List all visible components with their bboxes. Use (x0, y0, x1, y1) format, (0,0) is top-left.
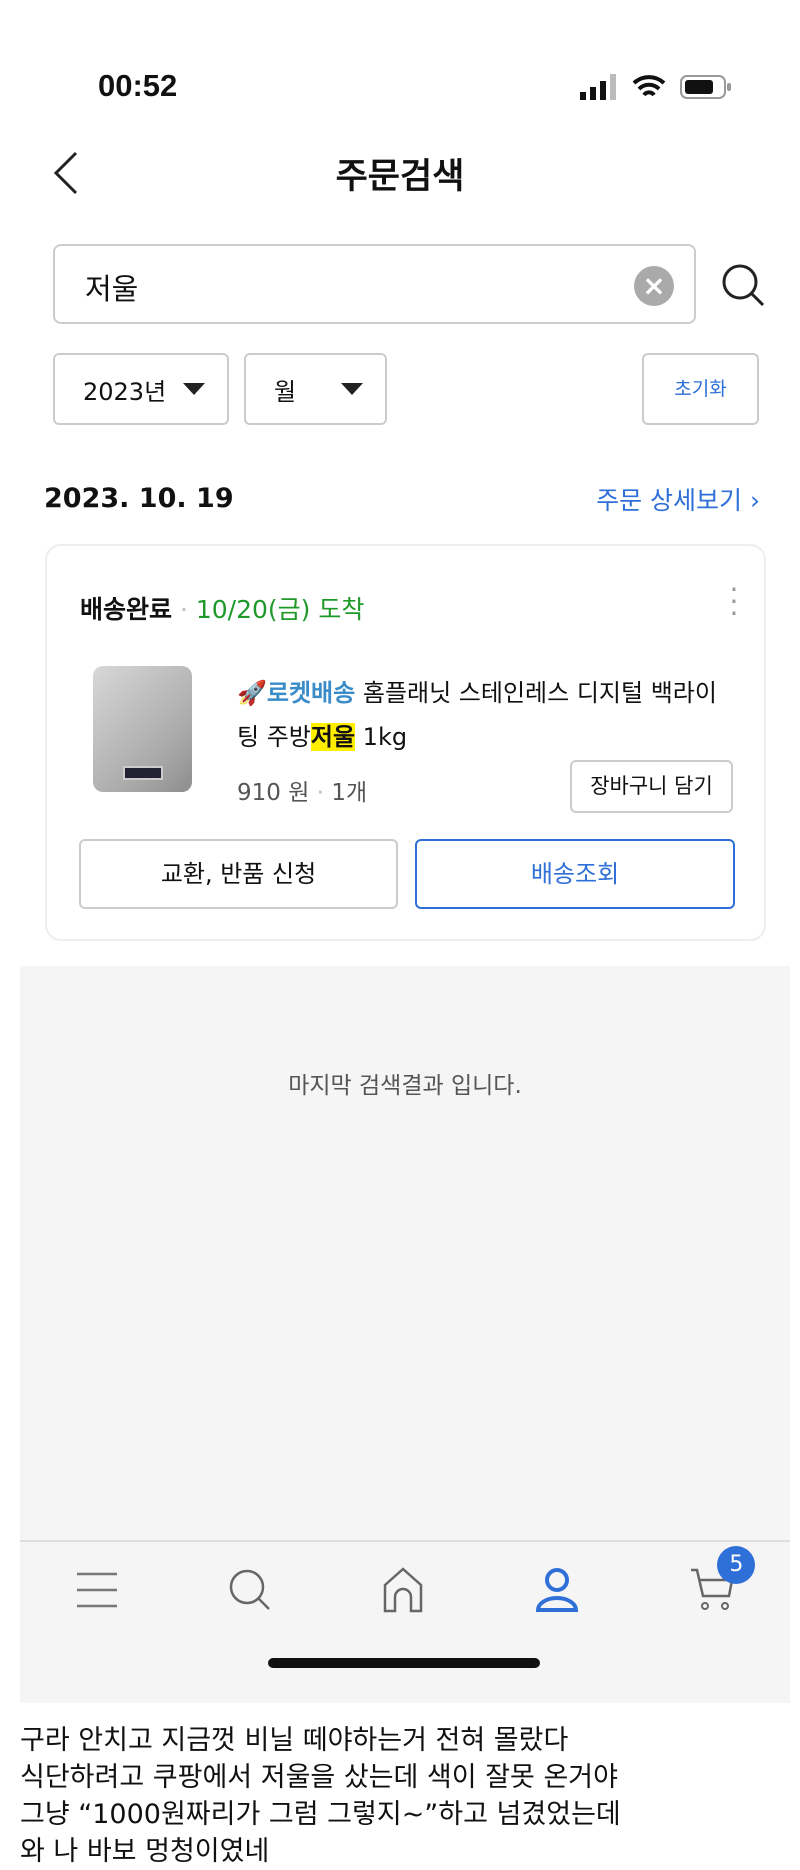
exchange-return-button[interactable]: 교환, 반품 신청 (79, 839, 398, 909)
status-time: 00:52 (98, 68, 178, 103)
search-input[interactable]: 저울 × (53, 244, 696, 324)
end-message: 마지막 검색결과 입니다. (288, 1073, 522, 1099)
cart-nav[interactable]: 5 (689, 1546, 756, 1614)
order-date: 2023. 10. 19 (44, 483, 234, 514)
home-icon[interactable] (381, 1567, 425, 1613)
wifi-icon (632, 75, 666, 97)
order-card: 배송완료 · 10/20(금) 도착 · · · 🚀로켓배송 홈플래닛 스테인레스 … (45, 544, 766, 941)
price-qty: 910 원 · 1개 (237, 780, 368, 806)
month-select[interactable]: 월 (244, 353, 387, 425)
year-select[interactable]: 2023년 (53, 353, 229, 425)
page-title: 주문검색 (335, 157, 465, 197)
reset-button[interactable]: 초기화 (642, 353, 759, 425)
month-value: 월 (274, 377, 297, 406)
quantity: 1개 (331, 780, 368, 806)
status-label: 배송완료 (80, 595, 173, 624)
add-to-cart-button[interactable]: 장바구니 담기 (570, 760, 733, 813)
more-icon[interactable]: · · · (728, 576, 740, 628)
post-text: 구라 안치고 지금껏 비닐 떼야하는거 전혀 몰랐다 식단하려고 쿠팡에서 저울… (20, 1722, 621, 1870)
signal-icon (580, 74, 616, 100)
search-value: 저울 (85, 272, 139, 306)
post-line: 구라 안치고 지금껏 비닐 떼야하는거 전혀 몰랐다 (20, 1725, 569, 1756)
track-delivery-button[interactable]: 배송조회 (415, 839, 735, 909)
delivery-status: 배송완료 · 10/20(금) 도착 (80, 595, 365, 624)
year-value: 2023년 (83, 377, 167, 406)
bottom-nav: 5 (20, 1546, 790, 1620)
cart-badge: 5 (717, 1546, 756, 1584)
nav-divider (20, 1540, 790, 1542)
product-title[interactable]: 🚀로켓배송 홈플래닛 스테인레스 디지털 백라이팅 주방저울 1kg (237, 671, 737, 759)
caret-down-icon (183, 383, 205, 395)
chevron-right-icon: › (750, 486, 760, 515)
detail-link-label: 주문 상세보기 (596, 486, 743, 515)
post-line: 그냥 “1000원짜리가 그럼 그렇지~”하고 넘겼었는데 (20, 1799, 621, 1830)
order-detail-link[interactable]: 주문 상세보기 › (596, 481, 760, 517)
post-line: 식단하려고 쿠팡에서 저울을 샀는데 색이 잘못 온거야 (20, 1762, 618, 1793)
status-icons (580, 74, 732, 100)
clear-icon[interactable]: × (634, 266, 674, 306)
highlight-keyword: 저울 (310, 723, 356, 751)
price: 910 원 (237, 780, 310, 806)
menu-icon[interactable] (75, 1570, 119, 1610)
product-image[interactable] (93, 666, 192, 792)
rocket-icon: 🚀 (237, 679, 267, 707)
my-account-icon[interactable] (534, 1567, 580, 1613)
title-suffix: 1kg (355, 723, 408, 751)
home-indicator (268, 1658, 540, 1668)
arrival-date: 10/20(금) 도착 (195, 595, 365, 624)
search-nav-icon[interactable] (228, 1568, 272, 1612)
search-icon[interactable] (720, 262, 766, 308)
caret-down-icon (341, 383, 363, 395)
battery-icon (680, 75, 731, 99)
post-line: 와 나 바보 멍청이였네 (20, 1836, 270, 1867)
rocket-label: 로켓배송 (266, 679, 356, 707)
